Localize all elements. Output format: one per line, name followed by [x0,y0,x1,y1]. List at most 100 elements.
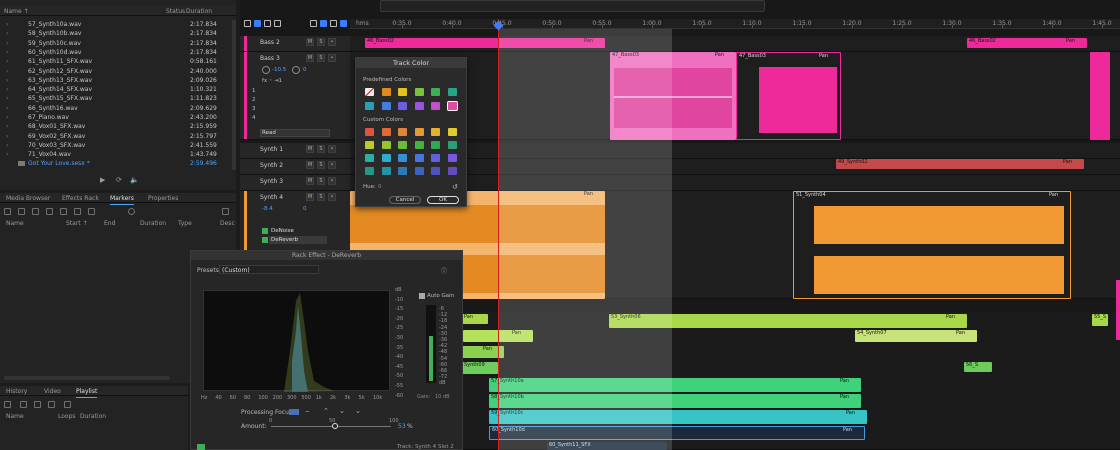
track-header-synth1[interactable]: Synth 1 M S • [240,143,350,159]
custom-color-swatch[interactable] [365,167,374,175]
file-row[interactable]: › 59_Synth10c.wav 2:17.834 [0,39,230,48]
fx-icon[interactable] [254,20,261,27]
clip-synth06-pre[interactable]: Pan [462,314,488,324]
marker-delete-icon[interactable] [18,208,25,215]
custom-color-swatch[interactable] [381,154,391,162]
playlist-col-loops[interactable]: Loops [58,413,76,420]
arm-button[interactable]: • [328,177,336,185]
arm-button[interactable]: • [328,193,336,201]
file-row[interactable]: › 69_Vox02_SFX.wav 2:15.797 [0,132,230,141]
custom-color-swatch[interactable] [381,128,391,136]
expand-icon[interactable]: › [6,94,8,103]
track-volume[interactable]: -8.4 [262,206,273,212]
tab-properties[interactable]: Properties [148,195,178,202]
tab-video[interactable]: Video [44,388,61,395]
expand-icon[interactable]: › [6,141,8,150]
custom-color-swatch[interactable] [431,141,440,149]
marker-merge-icon[interactable] [32,208,39,215]
expand-icon[interactable]: › [6,113,8,122]
track-header-bass3[interactable]: Bass 3 M S • -10.5 0 fx ◦ ⇥1 1 2 3 4 Rea… [240,52,350,140]
focus-all-icon[interactable]: ⌄ [355,407,361,415]
mute-button[interactable]: M [306,193,314,201]
custom-color-swatch[interactable] [398,167,407,175]
track-pan[interactable]: 0 [303,206,307,212]
custom-color-swatch[interactable] [398,141,407,149]
marker-import-icon[interactable] [88,208,95,215]
focus-mid-icon[interactable]: ⌃ [323,407,329,415]
clip-synth06[interactable]: 53_Synth06 Pan [609,314,967,328]
cancel-button[interactable]: Cancel [389,196,421,204]
file-row[interactable]: › 62_Synth12_SFX.wav 2:40.000 [0,67,230,76]
expand-icon[interactable]: › [6,67,8,76]
custom-color-swatch[interactable] [381,167,391,175]
clip-synth10c[interactable]: 59_Synth10c Pan [489,410,867,424]
clip-synth10a[interactable]: 57_Synth10a Pan [489,378,861,392]
ok-button[interactable]: OK [427,196,459,204]
file-row[interactable]: › 58_Synth10b.wav 2:17.834 [0,29,230,38]
move-up-icon[interactable] [34,401,41,408]
custom-color-swatch[interactable] [381,141,391,149]
tab-markers[interactable]: Markers [110,195,134,205]
custom-color-swatch[interactable] [414,154,424,162]
color-swatch[interactable] [365,102,374,110]
clip-synth05-short[interactable]: 56_S [964,362,992,372]
playlist-col-name[interactable]: Name [6,413,24,420]
solo-button[interactable]: S [317,38,325,46]
fx-slot-4[interactable]: 4 [252,115,256,121]
session-file-row[interactable]: Got Your Love.sesx * 2:59.496 [0,159,230,168]
mute-button[interactable]: M [306,54,314,62]
track-header-synth2[interactable]: Synth 2 M S • [240,159,350,175]
clip-synth08[interactable]: 55_S [1092,314,1108,326]
pan-knob[interactable] [292,66,300,74]
custom-color-swatch[interactable] [365,141,374,149]
expand-icon[interactable]: › [6,20,8,29]
arm-button[interactable]: • [328,54,336,62]
expand-icon[interactable]: › [6,132,8,141]
custom-color-swatch[interactable] [447,141,457,149]
custom-color-swatch[interactable] [431,154,440,162]
focus-flat-icon[interactable] [289,409,299,415]
clip-synth02[interactable]: 49_Synth02 Pan [836,159,1084,169]
zoom-navigator[interactable] [380,0,765,12]
focus-high-icon[interactable]: ⌄ [339,407,345,415]
markers-col-desc[interactable]: Desc [220,220,235,227]
hue-value[interactable]: 0 [378,184,382,190]
fx-slot-2[interactable]: 2 [252,97,256,103]
color-swatch[interactable] [381,102,391,110]
clip-synth04[interactable]: 51_Synth04 Pan [793,191,1071,299]
fx-dereverb[interactable]: DeReverb [271,237,298,243]
color-swatch[interactable] [414,88,424,96]
mute-button[interactable]: M [306,38,314,46]
fx-enable-icon[interactable] [262,228,268,234]
custom-color-swatch[interactable] [398,154,407,162]
custom-color-swatch[interactable] [414,141,424,149]
marker-tool-icon[interactable] [340,20,347,27]
amount-slider-thumb[interactable] [331,423,338,429]
track-name[interactable]: Synth 1 [260,146,283,153]
focus-low-icon[interactable]: ⌢ [305,407,310,416]
power-icon[interactable] [197,444,205,450]
custom-color-swatch[interactable] [365,154,374,162]
spectrum-graph[interactable] [203,290,390,392]
amount-slider[interactable] [271,426,391,427]
markers-col-duration[interactable]: Duration [140,220,166,227]
expand-icon[interactable]: › [6,85,8,94]
playhead[interactable] [498,19,499,450]
track-name[interactable]: Synth 2 [260,162,283,169]
file-row[interactable]: › 66_Synth16.wav 2:09.629 [0,104,230,113]
solo-button[interactable]: S [317,54,325,62]
custom-color-swatch[interactable] [414,167,424,175]
amount-value[interactable]: 53 [398,423,406,430]
tab-history[interactable]: History [6,388,27,395]
mute-button[interactable]: M [306,145,314,153]
reset-icon[interactable]: ↺ [452,183,458,191]
solo-button[interactable]: S [317,177,325,185]
time-select-icon[interactable] [320,20,327,27]
markers-col-name[interactable]: Name [6,220,24,227]
track-header-synth4[interactable]: Synth 4 M S • -8.4 0 DeNoise DeReverb [240,191,350,251]
sync-icon[interactable] [244,20,251,27]
help-icon[interactable]: ⓘ [441,266,447,275]
marker-add-icon[interactable] [4,208,11,215]
track-name[interactable]: Synth 4 [260,194,283,201]
tab-media-browser[interactable]: Media Browser [6,195,50,202]
